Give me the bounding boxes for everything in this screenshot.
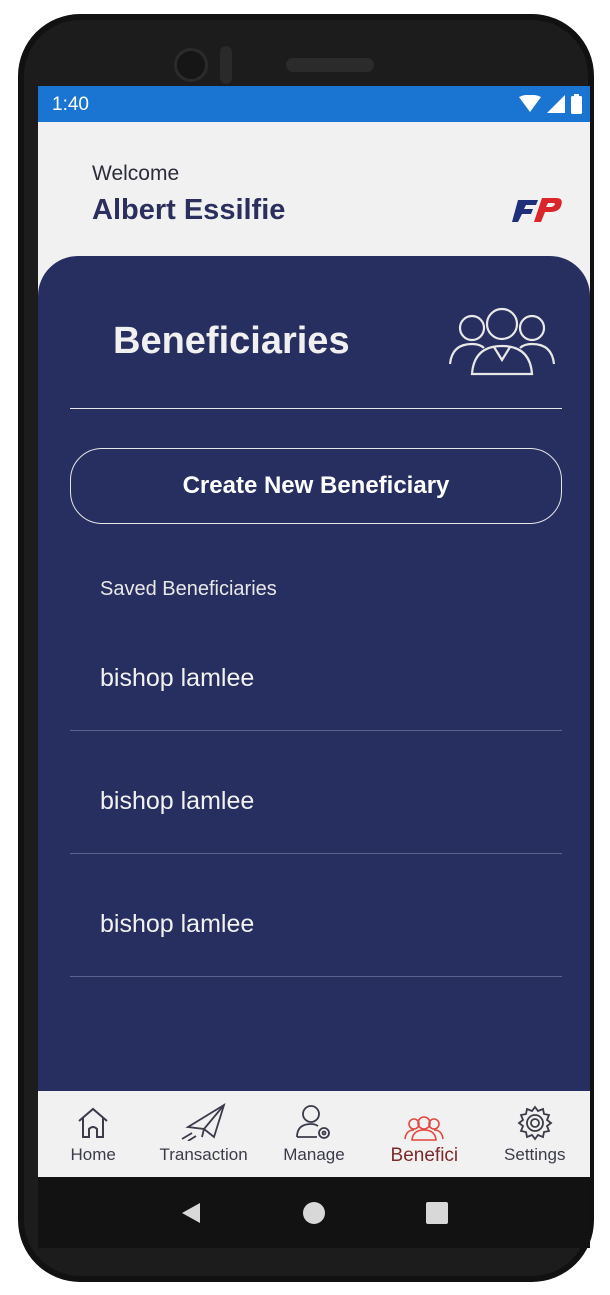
paper-plane-icon (181, 1103, 226, 1141)
nav-item-manage[interactable]: Manage (264, 1101, 364, 1165)
user-name: Albert Essilfie (92, 194, 286, 226)
list-item[interactable]: bishop lamlee (70, 608, 562, 731)
app-header: Welcome Albert Essilfie (38, 122, 590, 262)
nav-item-beneficiaries[interactable]: Benefici (374, 1101, 474, 1167)
app-screen: 1:40 Welcome Albert Essilfie Beneficiari… (38, 86, 590, 1248)
welcome-text: Welcome (92, 162, 180, 185)
brand-logo-icon (512, 198, 562, 222)
group-icon (448, 307, 556, 376)
beneficiary-name: bishop lamlee (100, 664, 255, 692)
status-bar: 1:40 (38, 86, 590, 122)
panel-title: Beneficiaries (113, 320, 350, 362)
front-camera (174, 48, 208, 82)
proximity-sensor (220, 46, 232, 84)
battery-icon (571, 94, 582, 114)
saved-beneficiaries-label: Saved Beneficiaries (100, 578, 277, 600)
status-icons (519, 94, 582, 114)
nav-item-home[interactable]: Home (43, 1101, 143, 1165)
home-icon (78, 1107, 108, 1138)
list-item[interactable]: bishop lamlee (70, 731, 562, 854)
signal-icon (547, 95, 565, 113)
bottom-nav: Home Transaction Manage Benefici Setting… (38, 1091, 590, 1177)
create-beneficiary-button[interactable]: Create New Beneficiary (70, 448, 562, 524)
nav-item-transaction[interactable]: Transaction (154, 1101, 254, 1165)
wifi-icon (519, 95, 541, 112)
group-icon (404, 1116, 445, 1141)
nav-label: Transaction (159, 1145, 248, 1164)
beneficiaries-panel: Beneficiaries Create New Beneficiary Sav… (38, 256, 590, 1101)
nav-label: Manage (283, 1145, 345, 1164)
nav-label: Settings (504, 1145, 566, 1164)
panel-divider (70, 408, 562, 409)
nav-label: Benefici (390, 1145, 459, 1166)
gear-icon (517, 1105, 553, 1141)
nav-label: Home (70, 1145, 116, 1164)
earpiece-speaker (286, 58, 374, 72)
system-nav-bar (38, 1177, 590, 1248)
home-circle-icon[interactable] (302, 1201, 326, 1225)
nav-item-settings[interactable]: Settings (485, 1101, 585, 1165)
user-settings-icon (296, 1105, 330, 1139)
back-icon[interactable] (180, 1201, 202, 1225)
list-item[interactable]: bishop lamlee (70, 854, 562, 977)
recent-apps-icon[interactable] (426, 1201, 448, 1224)
beneficiary-name: bishop lamlee (100, 787, 255, 815)
beneficiary-name: bishop lamlee (100, 910, 255, 938)
beneficiary-list: bishop lamlee bishop lamlee bishop lamle… (70, 608, 562, 977)
status-time: 1:40 (52, 94, 89, 115)
